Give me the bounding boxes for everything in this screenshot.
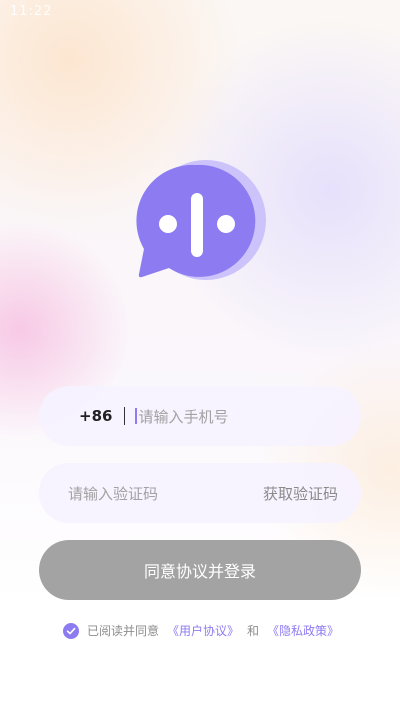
privacy-policy-link[interactable]: 《隐私政策》 (267, 622, 339, 639)
country-code-selector[interactable]: +86 (79, 407, 112, 425)
agreement-conjunction: 和 (247, 624, 260, 638)
check-icon (66, 627, 76, 634)
verification-code-input[interactable]: 请输入验证码 (68, 483, 158, 504)
divider (124, 407, 126, 425)
status-bar-time: 11:22 (10, 4, 53, 19)
agree-and-login-button[interactable]: 同意协议并登录 (39, 540, 361, 600)
get-code-button[interactable]: 获取验证码 (263, 483, 338, 504)
background-gradient (0, 0, 400, 711)
agreement-text: 已阅读并同意 (87, 624, 160, 638)
chat-bubble-logo-icon (136, 160, 266, 280)
verification-code-field[interactable]: 请输入验证码 获取验证码 (39, 463, 361, 523)
phone-field[interactable]: +86 请输入手机号 (39, 386, 361, 446)
text-cursor (135, 408, 138, 424)
user-agreement-link[interactable]: 《用户协议》 (167, 622, 239, 639)
agreement-row: 已阅读并同意 《用户协议》 和 《隐私政策》 (63, 622, 339, 639)
agreement-checkbox[interactable] (63, 622, 79, 639)
phone-input[interactable]: 请输入手机号 (138, 406, 228, 427)
